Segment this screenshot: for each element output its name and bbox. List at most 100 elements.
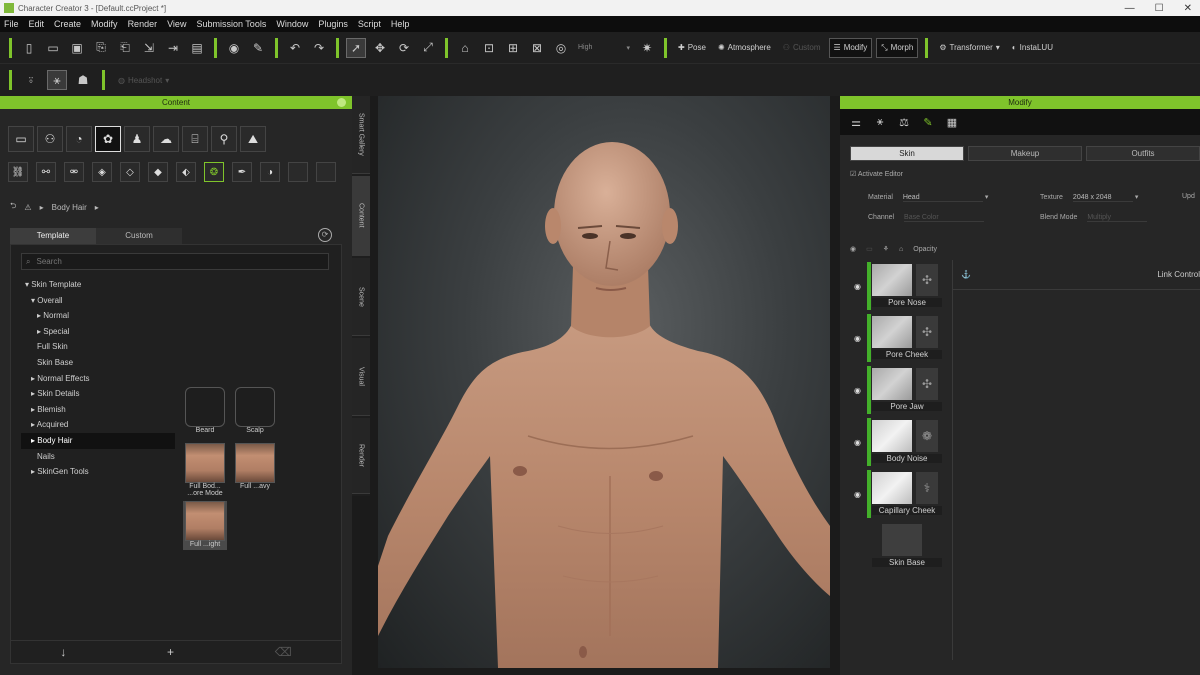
eye-icon[interactable]: ◉ [850, 245, 856, 253]
scale-icon[interactable]: ⤢ [418, 38, 438, 58]
eye-icon[interactable]: ◉ [854, 282, 861, 291]
undo-icon[interactable]: ↶ [285, 38, 305, 58]
adjust-sliders-icon[interactable]: ⚌ [846, 112, 866, 132]
move-icon[interactable]: ✥ [370, 38, 390, 58]
pose-figure-icon[interactable]: ⚲ [211, 126, 237, 152]
open-folder-icon[interactable]: ▭ [43, 38, 63, 58]
link-icon[interactable]: ⚓ [961, 270, 971, 279]
scene-icon[interactable]: ⛰ [240, 126, 266, 152]
close-icon[interactable]: ✕ [1184, 3, 1192, 14]
home-camera-icon[interactable]: ⌂ [455, 38, 475, 58]
tree-item-overall[interactable]: ▾ Overall [21, 293, 175, 309]
rotate-icon[interactable]: ⟳ [394, 38, 414, 58]
texture-blend-icon[interactable]: ◇ [120, 162, 140, 182]
skingen-icon[interactable]: ❂ [204, 162, 224, 182]
mesh-icon[interactable]: ☗ [73, 70, 93, 90]
pin-icon[interactable] [337, 98, 346, 107]
layer-item[interactable]: ◉ ✣ Pore Cheek [850, 312, 942, 364]
menu-modify[interactable]: Modify [91, 19, 118, 29]
content-home-icon[interactable]: ⚠ [24, 203, 31, 212]
color-icon[interactable]: ◑ [260, 162, 280, 182]
tree-item-normal[interactable]: ▸ Normal [21, 308, 175, 324]
thumb-full-body-more[interactable]: Full Bod... ...ore Mode [183, 443, 227, 497]
cloth-icon[interactable]: ♟ [124, 126, 150, 152]
morph-icon[interactable]: ◔ [66, 126, 92, 152]
texture-detail-icon[interactable]: ◆ [148, 162, 168, 182]
morph-button[interactable]: ⤡ Morph [876, 37, 919, 58]
eyedropper-icon[interactable]: ✒ [232, 162, 252, 182]
layer-add-icon[interactable]: ⚘ [883, 245, 889, 253]
tab-outfits[interactable]: Outfits [1086, 146, 1200, 161]
thumb-full-heavy[interactable]: Full ...avy [233, 443, 277, 490]
activate-editor-checkbox[interactable]: ☑ Activate Editor [850, 170, 903, 178]
layer-item[interactable]: ◉ ✣ Pore Jaw [850, 364, 942, 416]
render-icon[interactable]: ◉ [224, 38, 244, 58]
light-icon[interactable]: ✷ [637, 38, 657, 58]
add-icon[interactable]: + [167, 645, 174, 659]
tree-item-special[interactable]: ▸ Special [21, 324, 175, 340]
tree-item-full-skin[interactable]: Full Skin [21, 339, 175, 355]
body-scale-icon[interactable]: ⛓ [8, 162, 28, 182]
accessory-icon[interactable]: ⌸ [182, 126, 208, 152]
eye-icon[interactable]: ◉ [854, 386, 861, 395]
tab-smart-gallery[interactable]: Smart Gallery [352, 96, 370, 174]
camera-icon[interactable]: ⊠ [527, 38, 547, 58]
menu-script[interactable]: Script [358, 19, 381, 29]
quality-dropdown[interactable]: High ▾ [575, 39, 633, 57]
layer-item[interactable]: ◉ ❁ Body Noise [850, 416, 942, 468]
thumb-scalp[interactable]: Scalp [233, 387, 277, 434]
tab-skin[interactable]: Skin [850, 146, 964, 161]
menu-render[interactable]: Render [128, 19, 158, 29]
refresh-icon[interactable]: ⟳ [318, 228, 332, 242]
texture-mask-icon[interactable]: ⬖ [176, 162, 196, 182]
layer-item[interactable]: ◉ ✣ Pore Nose [850, 260, 942, 312]
thumb-full-light[interactable]: Full ...ight [183, 501, 227, 550]
checker-icon[interactable]: ▦ [942, 112, 962, 132]
search-input[interactable]: ⌕ Search [21, 253, 329, 270]
download-icon[interactable]: ↓ [60, 645, 66, 659]
layer-lock-icon[interactable]: ▭ [866, 245, 873, 253]
material-dropdown[interactable]: Head [902, 194, 983, 202]
export-icon[interactable]: ⎗ [115, 38, 135, 58]
tree-item-acquired[interactable]: ▸ Acquired [21, 417, 175, 433]
tree-item-skin-details[interactable]: ▸ Skin Details [21, 386, 175, 402]
body-shape-icon[interactable]: ⚯ [36, 162, 56, 182]
new-file-icon[interactable]: ▯ [19, 38, 39, 58]
menu-create[interactable]: Create [54, 19, 81, 29]
tree-item-normal-effects[interactable]: ▸ Normal Effects [21, 371, 175, 387]
delete-icon[interactable]: ⌫ [275, 645, 292, 659]
layer-item[interactable]: ◉ ⚕ Capillary Cheek [850, 468, 942, 520]
blend-mode-dropdown[interactable]: Multiply [1087, 214, 1148, 222]
menu-help[interactable]: Help [391, 19, 410, 29]
character-pose-icon[interactable]: ⍤ [21, 70, 41, 90]
eye-icon[interactable]: ◉ [854, 438, 861, 447]
eye-icon[interactable]: ◉ [854, 490, 861, 499]
back-arrow-icon[interactable]: ⮌ [10, 200, 16, 214]
save-icon[interactable]: ▣ [67, 38, 87, 58]
tree-item-skin-template[interactable]: ▾ Skin Template [21, 277, 175, 293]
image-export-icon[interactable]: ▤ [187, 38, 207, 58]
export-fbx-icon[interactable]: ⇲ [139, 38, 159, 58]
motion-icon[interactable]: ⚹ [870, 112, 890, 132]
modify-button[interactable]: ☰ Modify [828, 37, 873, 58]
layer-delete-icon[interactable]: ⌂ [899, 246, 903, 253]
update-button[interactable]: Upd [1182, 193, 1195, 200]
tree-item-skingen-tools[interactable]: ▸ SkinGen Tools [21, 464, 175, 480]
tab-makeup[interactable]: Makeup [968, 146, 1082, 161]
import-icon[interactable]: ⎘ [91, 38, 111, 58]
redo-icon[interactable]: ↷ [309, 38, 329, 58]
menu-submission-tools[interactable]: Submission Tools [196, 19, 266, 29]
menu-edit[interactable]: Edit [29, 19, 45, 29]
tab-scene[interactable]: Scene [352, 258, 370, 336]
eye-view-icon[interactable]: ◎ [551, 38, 571, 58]
channel-dropdown[interactable]: Base Color [904, 214, 985, 222]
layer-item-skin-base[interactable]: Skin Base [850, 520, 942, 572]
menu-plugins[interactable]: Plugins [318, 19, 348, 29]
send-icon[interactable]: ⇥ [163, 38, 183, 58]
custom-button[interactable]: ⚇ Custom [779, 38, 825, 58]
brush-icon[interactable]: ✎ [248, 38, 268, 58]
hair-icon[interactable]: ☁ [153, 126, 179, 152]
3d-viewport[interactable] [378, 96, 830, 668]
zoom-extents-icon[interactable]: ⊡ [479, 38, 499, 58]
atmosphere-button[interactable]: ✺ Atmosphere [714, 38, 775, 58]
